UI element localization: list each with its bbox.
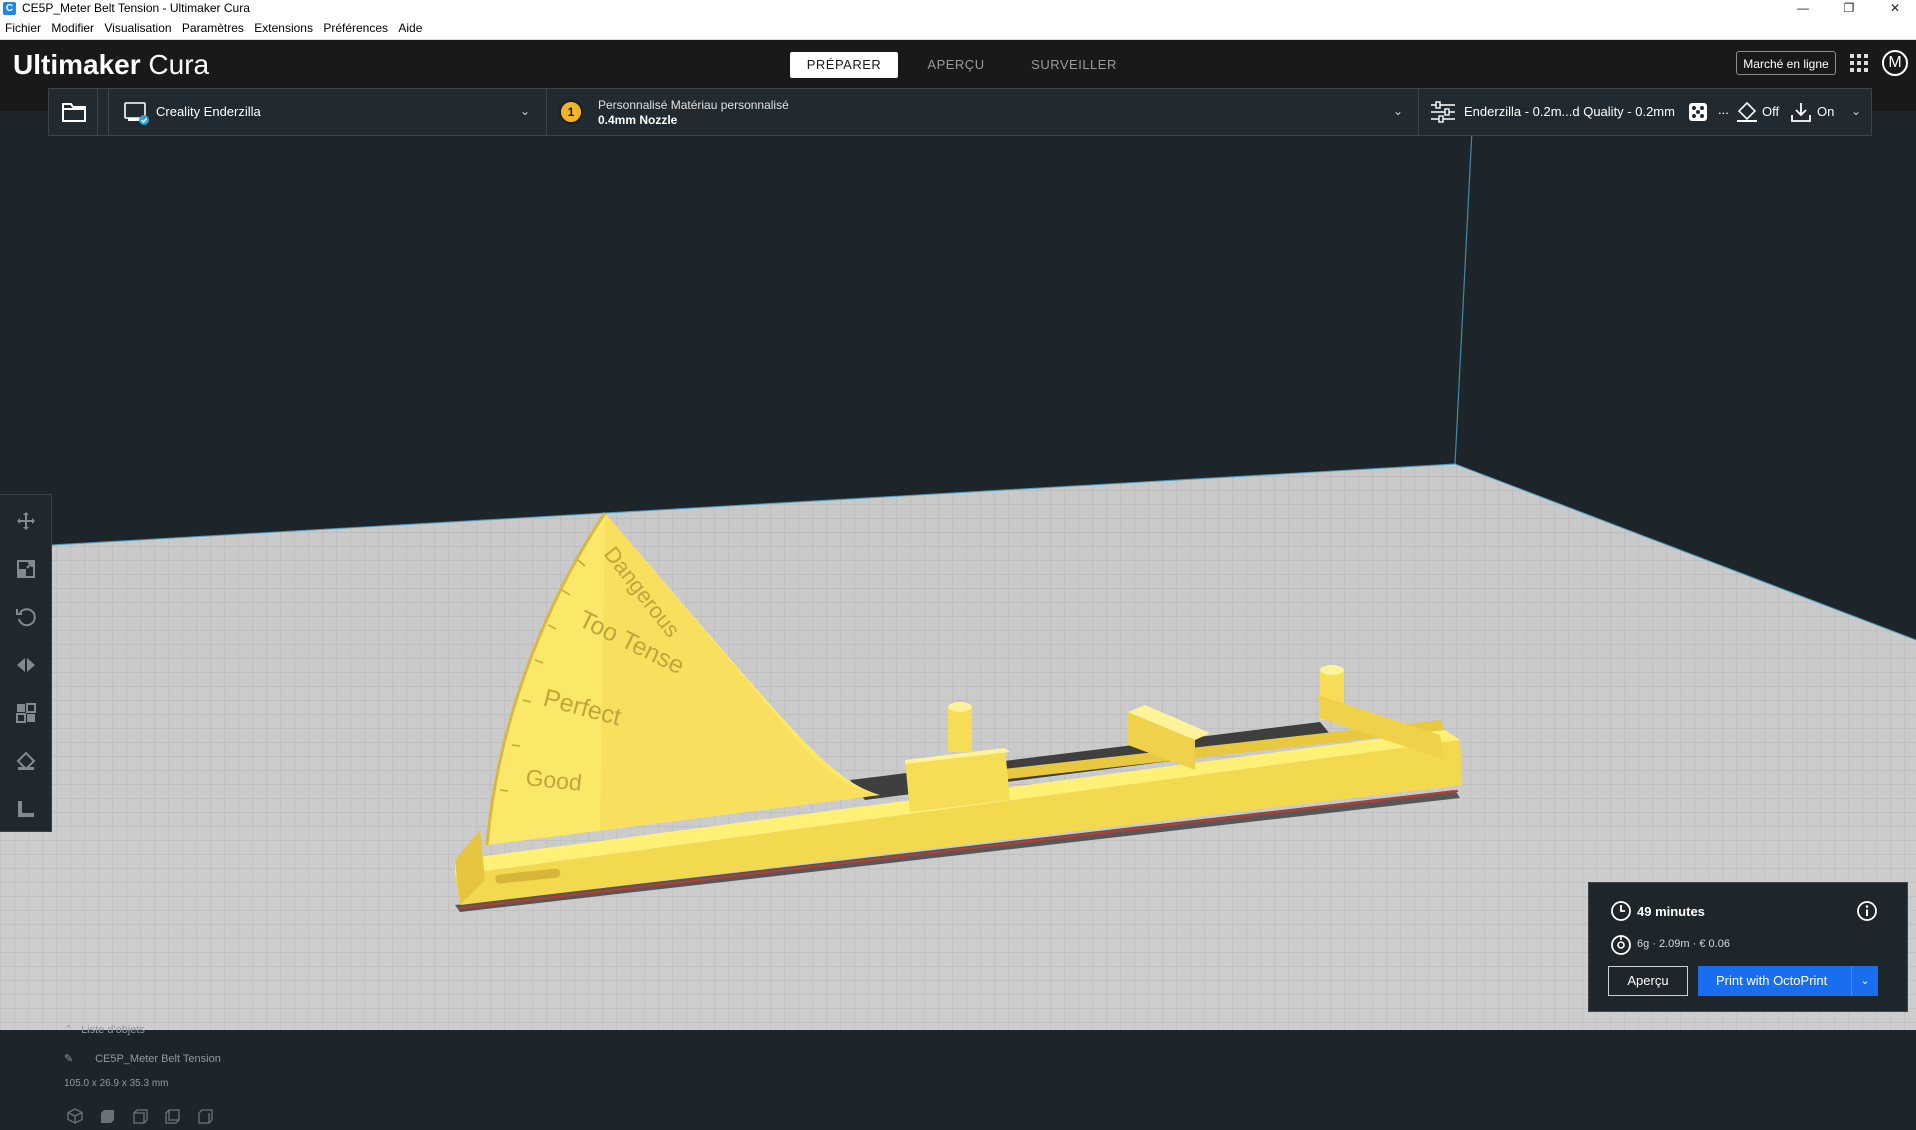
- app-logo: Ultimaker Cura: [13, 48, 209, 82]
- settings-sliders-icon: [1431, 101, 1455, 123]
- maximize-button[interactable]: ❐: [1826, 0, 1872, 17]
- marketplace-button[interactable]: Marché en ligne: [1736, 51, 1836, 75]
- tab-surveiller[interactable]: SURVEILLER: [1016, 52, 1132, 78]
- support-icon: [1689, 103, 1707, 121]
- menu-modifier[interactable]: Modifier: [51, 21, 94, 35]
- object-name: CE5P_Meter Belt Tension: [95, 1053, 221, 1065]
- object-dimensions: 105.0 x 26.9 x 35.3 mm: [64, 1078, 169, 1089]
- printer-chevron-down-icon: ⌄: [520, 104, 531, 118]
- apps-grid-icon[interactable]: [1850, 54, 1870, 74]
- view-3d-icon[interactable]: [66, 1107, 84, 1125]
- camera-view-buttons: [66, 1107, 224, 1130]
- print-button-label: Print with OctoPrint: [1716, 973, 1828, 988]
- logo-product: Cura: [148, 49, 210, 80]
- view-top-icon[interactable]: [131, 1107, 149, 1125]
- extruder-material: Personnalisé Matériau personnalisé: [598, 98, 789, 112]
- printer-icon: [124, 102, 149, 125]
- minimize-button[interactable]: —: [1780, 0, 1826, 17]
- menu-fichier[interactable]: Fichier: [5, 21, 41, 35]
- scale-tool-icon[interactable]: [14, 557, 38, 581]
- mirror-tool-icon[interactable]: [14, 653, 38, 677]
- view-left-icon[interactable]: [163, 1107, 181, 1125]
- info-icon[interactable]: [1856, 900, 1878, 922]
- close-button[interactable]: ✕: [1872, 0, 1916, 17]
- lay-flat-icon[interactable]: [14, 797, 38, 821]
- menu-extensions[interactable]: Extensions: [254, 21, 313, 35]
- pencil-icon: ✎: [64, 1053, 74, 1065]
- logo-brand: Ultimaker: [13, 49, 141, 80]
- support-blocker-icon[interactable]: [14, 749, 38, 773]
- print-with-octoprint-button[interactable]: Print with OctoPrint ⌄: [1698, 966, 1878, 996]
- window-title-bar: C CE5P_Meter Belt Tension - Ultimaker Cu…: [0, 0, 1916, 17]
- preview-button[interactable]: Aperçu: [1608, 966, 1688, 996]
- extruder-configuration-selector[interactable]: [546, 88, 1418, 136]
- extruder-nozzle: 0.4mm Nozzle: [598, 113, 678, 127]
- tab-apercu[interactable]: APERÇU: [908, 52, 1004, 78]
- extruder-number-badge: 1: [559, 100, 583, 124]
- adhesion-state: Off: [1762, 104, 1780, 119]
- cura-app-icon: C: [3, 2, 16, 15]
- open-file-button[interactable]: [48, 88, 98, 136]
- menu-aide[interactable]: Aide: [398, 21, 422, 35]
- view-right-icon[interactable]: [196, 1107, 214, 1125]
- rotate-tool-icon[interactable]: [14, 605, 38, 629]
- tab-preparer[interactable]: PRÉPARER: [790, 52, 898, 78]
- print-time: 49 minutes: [1637, 904, 1705, 919]
- printer-name: Creality Enderzilla: [156, 104, 261, 119]
- view-front-icon[interactable]: [98, 1107, 116, 1125]
- material-estimate: 6g · 2.09m · € 0.06: [1637, 938, 1730, 950]
- move-tool-icon[interactable]: [14, 509, 38, 533]
- infill-download-icon: [1791, 103, 1811, 122]
- menu-preferences[interactable]: Préférences: [323, 21, 388, 35]
- window-title: CE5P_Meter Belt Tension - Ultimaker Cura: [22, 1, 250, 15]
- clock-icon: [1611, 901, 1631, 921]
- menu-visualisation[interactable]: Visualisation: [104, 21, 171, 35]
- account-avatar[interactable]: M: [1882, 50, 1908, 76]
- infill-state: On: [1817, 104, 1835, 119]
- per-model-settings-icon[interactable]: [14, 701, 38, 725]
- folder-icon: [62, 103, 86, 122]
- tool-sidebar: [0, 494, 52, 832]
- print-options-chevron-down-icon[interactable]: ⌄: [1851, 966, 1878, 996]
- print-settings-chevron-down-icon: ⌄: [1851, 104, 1862, 118]
- object-list-item[interactable]: ✎ CE5P_Meter Belt Tension: [64, 1052, 221, 1065]
- adhesion-icon: [1737, 101, 1757, 122]
- object-list-title: Liste d'objets: [81, 1024, 145, 1036]
- support-ellipsis: ...: [1718, 102, 1729, 117]
- extruder-chevron-down-icon: ⌄: [1393, 104, 1404, 118]
- quality-profile: Enderzilla - 0.2m...d Quality - 0.2mm: [1464, 104, 1675, 119]
- menu-bar: Fichier Modifier Visualisation Paramètre…: [0, 17, 1916, 40]
- menu-parametres[interactable]: Paramètres: [182, 21, 244, 35]
- spool-icon: [1611, 935, 1631, 955]
